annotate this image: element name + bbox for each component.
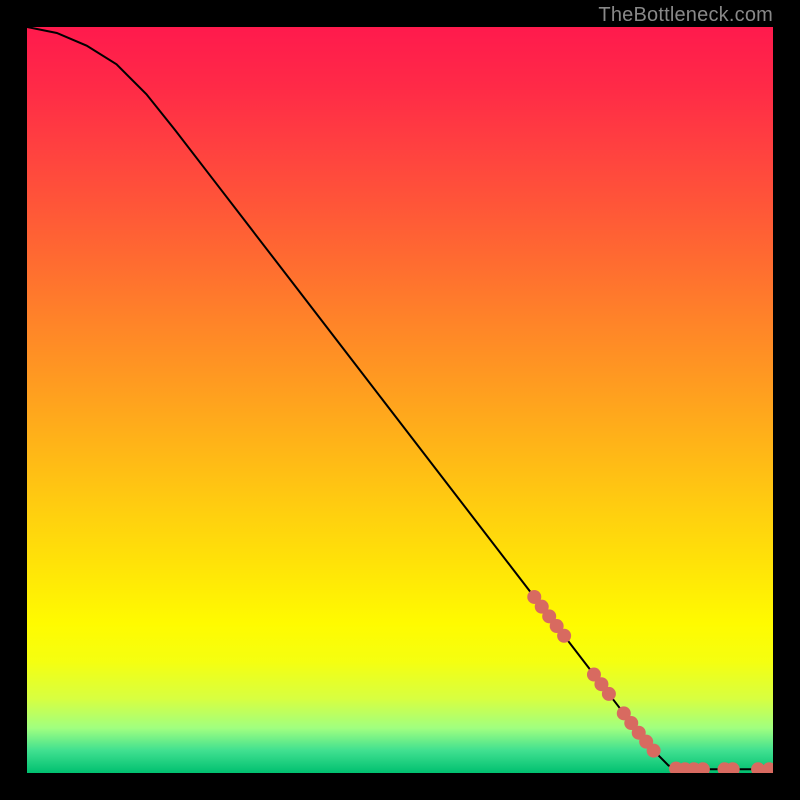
chart-overlay <box>27 27 773 773</box>
chart-frame: TheBottleneck.com <box>0 0 800 800</box>
data-dot <box>762 762 773 773</box>
data-dot <box>602 687 616 701</box>
data-dot <box>557 629 571 643</box>
data-dots <box>527 590 773 773</box>
watermark-label: TheBottleneck.com <box>598 4 773 27</box>
bottleneck-curve <box>27 27 773 769</box>
plot-area <box>27 27 773 773</box>
data-dot <box>647 744 661 758</box>
